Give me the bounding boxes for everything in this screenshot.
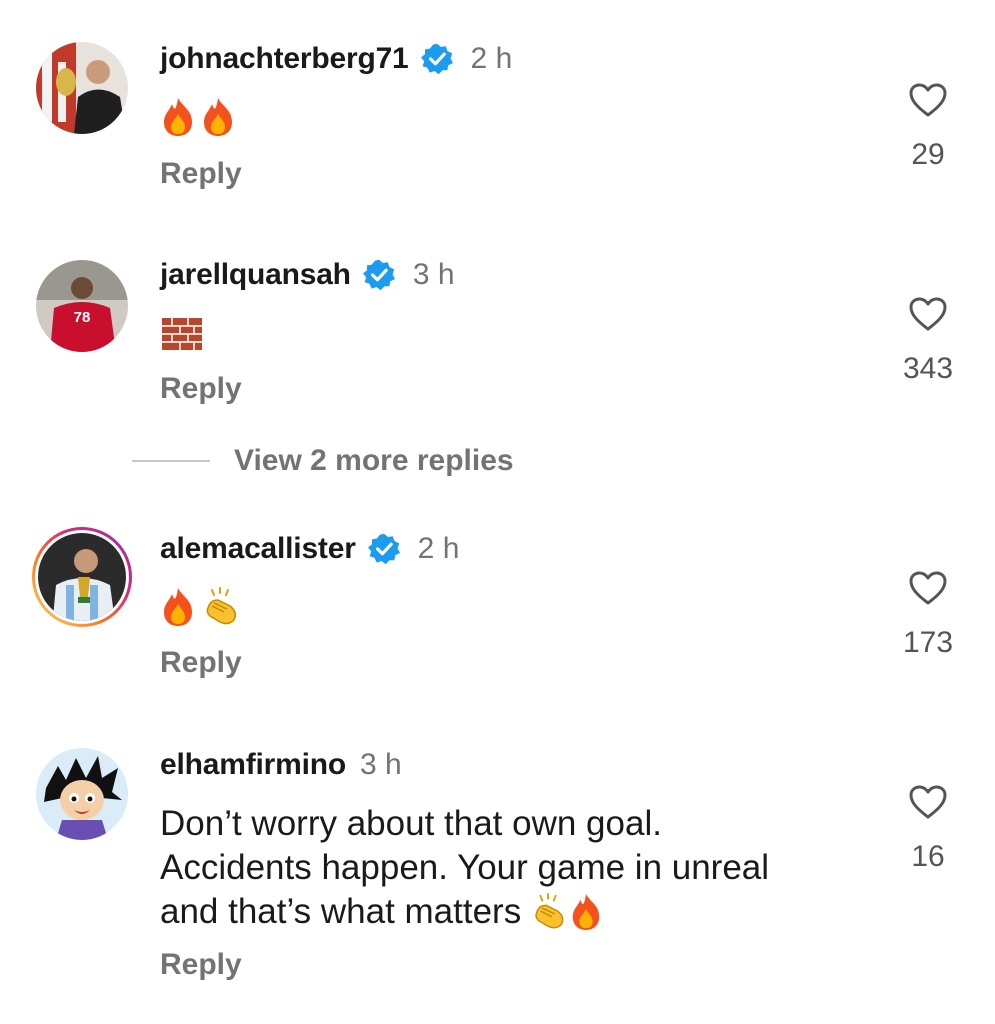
avatar[interactable] [36, 748, 128, 840]
avatar-image [36, 748, 128, 840]
username[interactable]: johnachterberg71 [160, 42, 409, 76]
fire-emoji-icon [164, 98, 192, 136]
username[interactable]: alemacallister [160, 532, 356, 566]
reply-button[interactable]: Reply [160, 372, 242, 406]
like-count: 29 [911, 138, 945, 171]
fire-emoji-icon [572, 894, 600, 930]
comment-header: elhamfirmino 3 h [160, 748, 402, 782]
svg-text:78: 78 [74, 309, 91, 326]
reply-button[interactable]: Reply [160, 948, 242, 982]
comment-text [160, 586, 242, 628]
avatar-image [32, 527, 132, 627]
comment-text-line: Accidents happen. Your game in unreal [160, 848, 770, 887]
view-more-replies-label[interactable]: View 2 more replies [234, 444, 514, 478]
avatar[interactable] [36, 42, 128, 134]
like-column: 173 [900, 570, 956, 660]
heart-icon[interactable] [908, 784, 948, 820]
reply-button[interactable]: Reply [160, 157, 242, 191]
comment-text-line-with-emoji: and that’s what matters [160, 890, 820, 934]
like-count: 173 [902, 626, 954, 659]
username[interactable]: jarellquansah [160, 258, 351, 292]
reply-button[interactable]: Reply [160, 646, 242, 680]
comment-header: jarellquansah 3 h [160, 258, 455, 292]
fire-emoji-icon [164, 588, 192, 626]
clapping-hands-emoji-icon [535, 892, 564, 929]
like-column: 16 [900, 784, 956, 874]
comment-header: alemacallister 2 h [160, 532, 459, 566]
verified-badge-icon [367, 533, 400, 565]
clapping-hands-emoji-icon [206, 587, 237, 625]
like-column: 343 [900, 296, 956, 386]
timestamp: 2 h [417, 532, 460, 565]
avatar[interactable]: 78 [36, 260, 128, 352]
divider [132, 460, 210, 462]
heart-icon[interactable] [908, 82, 948, 118]
like-column: 29 [900, 82, 956, 172]
avatar[interactable] [30, 525, 134, 629]
heart-icon[interactable] [908, 570, 948, 606]
comment-text-line: and that’s what matters [160, 892, 522, 931]
brick-emoji-icon [162, 318, 202, 350]
like-count: 343 [902, 352, 954, 385]
avatar-image: 78 [36, 260, 128, 352]
timestamp: 3 h [412, 258, 455, 291]
comment-text [160, 316, 204, 352]
comment-header: johnachterberg71 2 h [160, 42, 512, 76]
like-count: 16 [911, 840, 945, 873]
heart-icon[interactable] [908, 296, 948, 332]
timestamp: 3 h [359, 748, 402, 781]
comment-text-line: Don’t worry about that own goal. [160, 804, 662, 843]
username[interactable]: elhamfirmino [160, 748, 346, 782]
view-more-replies-button[interactable]: View 2 more replies [132, 444, 514, 478]
avatar-image [36, 42, 128, 134]
comment-text: Don’t worry about that own goal. Acciden… [160, 802, 820, 934]
verified-badge-icon [362, 259, 395, 291]
comment-text [160, 96, 236, 138]
timestamp: 2 h [470, 42, 513, 75]
verified-badge-icon [420, 43, 453, 75]
fire-emoji-icon [204, 98, 232, 136]
